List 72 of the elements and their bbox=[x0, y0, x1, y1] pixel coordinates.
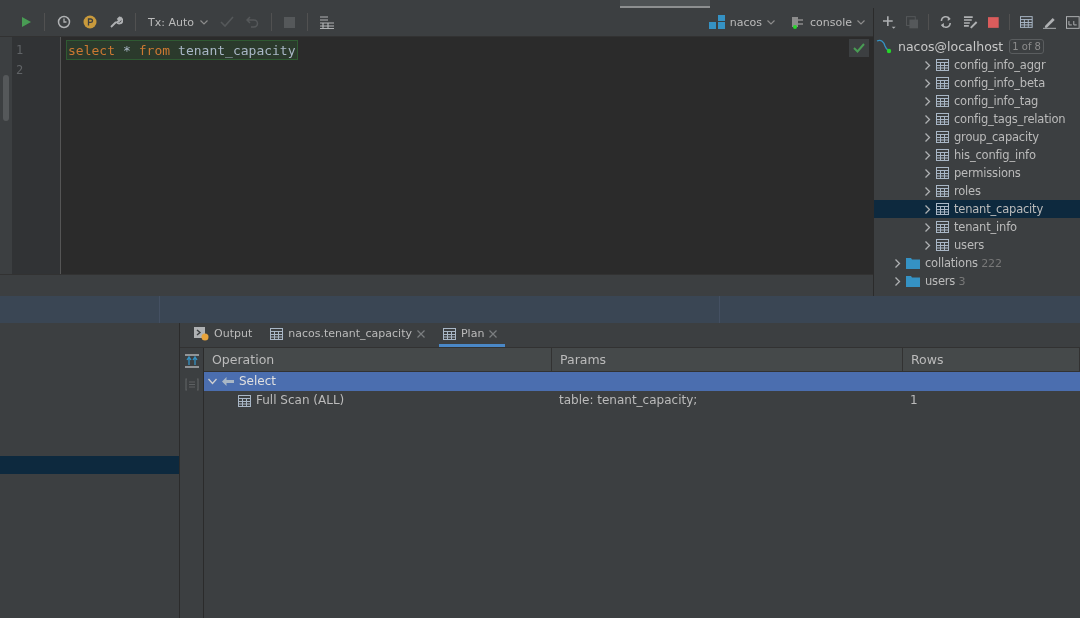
table-icon bbox=[936, 149, 949, 161]
tree-item[interactable]: collations 222 bbox=[874, 254, 1080, 272]
wrench-icon[interactable] bbox=[109, 15, 123, 29]
plan-row[interactable]: Full Scan (ALL) table: tenant_capacity; 1 bbox=[204, 391, 1080, 410]
console-warning-icon bbox=[194, 326, 209, 341]
table-icon bbox=[936, 77, 949, 89]
tree-item[interactable]: config_info_aggr bbox=[874, 56, 1080, 74]
session-dropdown[interactable]: console bbox=[790, 15, 865, 29]
table-icon bbox=[238, 394, 251, 407]
console-plug-icon bbox=[790, 15, 805, 29]
folder-icon bbox=[906, 275, 920, 287]
page-indicator: 1 of 8 bbox=[1009, 38, 1044, 54]
p-circle-icon[interactable] bbox=[83, 15, 97, 29]
tree-item[interactable]: roles bbox=[874, 182, 1080, 200]
plan-row[interactable]: Select bbox=[204, 372, 1080, 391]
table-icon bbox=[936, 167, 949, 179]
transaction-mode-dropdown[interactable]: Tx: Auto bbox=[148, 15, 208, 29]
table-icon bbox=[936, 185, 949, 197]
expand-all-icon[interactable] bbox=[184, 354, 199, 368]
column-header[interactable]: Operation bbox=[204, 348, 552, 371]
tree-item[interactable]: tenant_info bbox=[874, 218, 1080, 236]
caret-icon bbox=[857, 19, 865, 25]
table-icon bbox=[270, 327, 284, 340]
table-view-icon[interactable] bbox=[1020, 16, 1033, 28]
table-cell-text: table: tenant_capacity; bbox=[558, 392, 699, 409]
arrow-left-icon bbox=[222, 377, 234, 386]
refresh-icon[interactable] bbox=[939, 15, 953, 29]
table-icon bbox=[936, 203, 949, 215]
run-icon[interactable] bbox=[20, 16, 32, 28]
tree-item[interactable]: permissions bbox=[874, 164, 1080, 182]
active-editor-tab[interactable] bbox=[620, 0, 710, 8]
grid-icon[interactable] bbox=[320, 15, 334, 29]
table-icon bbox=[936, 239, 949, 251]
result-tab[interactable]: Output bbox=[190, 323, 261, 347]
chevron-down-icon[interactable] bbox=[208, 378, 217, 385]
table-cell: Full Scan (ALL) bbox=[204, 391, 552, 410]
datasource-dropdown[interactable]: nacos bbox=[708, 15, 775, 29]
close-icon[interactable] bbox=[416, 329, 425, 338]
ql-console-icon[interactable] bbox=[1066, 15, 1080, 29]
table-icon bbox=[936, 221, 949, 233]
table-icon bbox=[936, 113, 949, 125]
caret-icon bbox=[200, 19, 208, 25]
add-icon[interactable] bbox=[882, 15, 896, 29]
tree-item[interactable]: config_info_tag bbox=[874, 92, 1080, 110]
caret-icon bbox=[766, 19, 775, 25]
collapse-list-icon[interactable] bbox=[184, 378, 199, 392]
checkmark-icon bbox=[853, 43, 865, 53]
schema-icon bbox=[708, 15, 725, 29]
tree-item[interactable]: group_capacity bbox=[874, 128, 1080, 146]
table-icon bbox=[936, 131, 949, 143]
dolphin-icon bbox=[876, 38, 892, 54]
stop-icon[interactable] bbox=[988, 16, 1000, 28]
table-cell: Select bbox=[204, 372, 552, 391]
sql-statement: select * from tenant_capacity bbox=[66, 40, 298, 60]
tree-item[interactable]: users 3 bbox=[874, 272, 1080, 290]
tree-item[interactable]: tenant_capacity bbox=[874, 200, 1080, 218]
connection-name[interactable]: nacos@localhost bbox=[898, 38, 1004, 54]
table-icon bbox=[936, 59, 949, 71]
table-icon bbox=[442, 327, 456, 340]
tree-item[interactable]: his_config_info bbox=[874, 146, 1080, 164]
tree-item[interactable]: config_info_beta bbox=[874, 74, 1080, 92]
edit-icon[interactable] bbox=[1042, 15, 1057, 29]
tree-item[interactable]: users bbox=[874, 236, 1080, 254]
tree-item[interactable]: config_tags_relation bbox=[874, 110, 1080, 128]
folder-icon bbox=[906, 257, 920, 269]
table-cell-text: 1 bbox=[909, 392, 919, 409]
table-icon bbox=[936, 95, 949, 107]
column-header[interactable]: Params bbox=[552, 348, 903, 371]
column-header[interactable]: Rows bbox=[903, 348, 1080, 371]
close-icon[interactable] bbox=[489, 329, 498, 338]
result-tab[interactable]: nacos.tenant_capacity bbox=[266, 323, 433, 347]
history-icon[interactable] bbox=[57, 15, 71, 29]
